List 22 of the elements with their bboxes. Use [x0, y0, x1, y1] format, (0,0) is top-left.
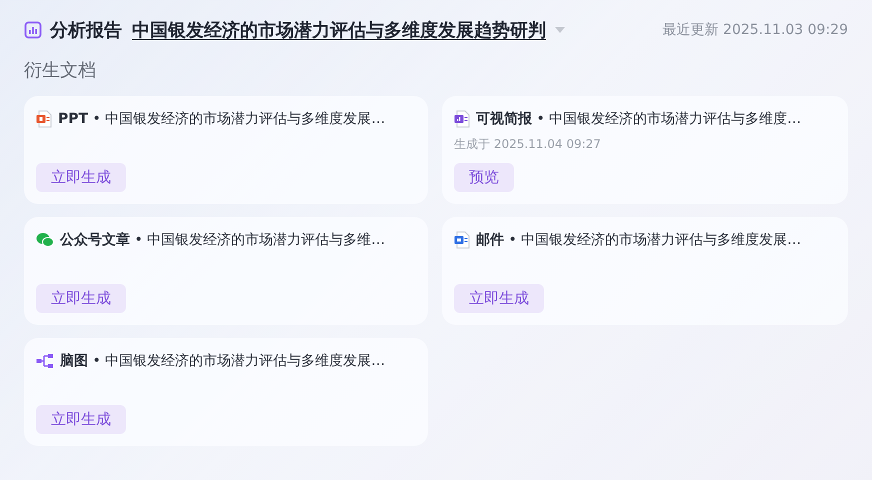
- chart-file-icon: [454, 110, 470, 128]
- generated-time: 生成于 2025.11.04 09:27: [454, 136, 601, 153]
- document-title: 可视简报 • 中国银发经济的市场潜力评估与多维度…: [476, 110, 802, 128]
- mind-map-icon: [36, 353, 54, 369]
- document-title: 脑图 • 中国银发经济的市场潜力评估与多维度发展…: [60, 352, 386, 370]
- action-button[interactable]: 立即生成: [36, 163, 126, 192]
- report-title-link[interactable]: 中国银发经济的市场潜力评估与多维度发展趋势研判: [132, 18, 546, 42]
- action-button[interactable]: 立即生成: [454, 284, 544, 313]
- chart-icon: [24, 21, 42, 39]
- document-title: 邮件 • 中国银发经济的市场潜力评估与多维度发展…: [476, 231, 802, 249]
- chat-bubbles-icon: [36, 232, 54, 248]
- section-title: 分析报告: [50, 19, 122, 42]
- action-button[interactable]: 预览: [454, 163, 514, 192]
- updated-time: 最近更新 2025.11.03 09:29: [662, 21, 848, 39]
- action-button[interactable]: 立即生成: [36, 284, 126, 313]
- document-file-icon: [454, 231, 470, 249]
- caret-icon[interactable]: [554, 26, 566, 34]
- document-title: PPT • 中国银发经济的市场潜力评估与多维度发展…: [58, 110, 386, 128]
- document-title: 公众号文章 • 中国银发经济的市场潜力评估与多维…: [60, 231, 386, 249]
- section-heading: 衍生文档: [24, 59, 97, 82]
- slide-file-icon: [36, 110, 52, 128]
- action-button[interactable]: 立即生成: [36, 405, 126, 434]
